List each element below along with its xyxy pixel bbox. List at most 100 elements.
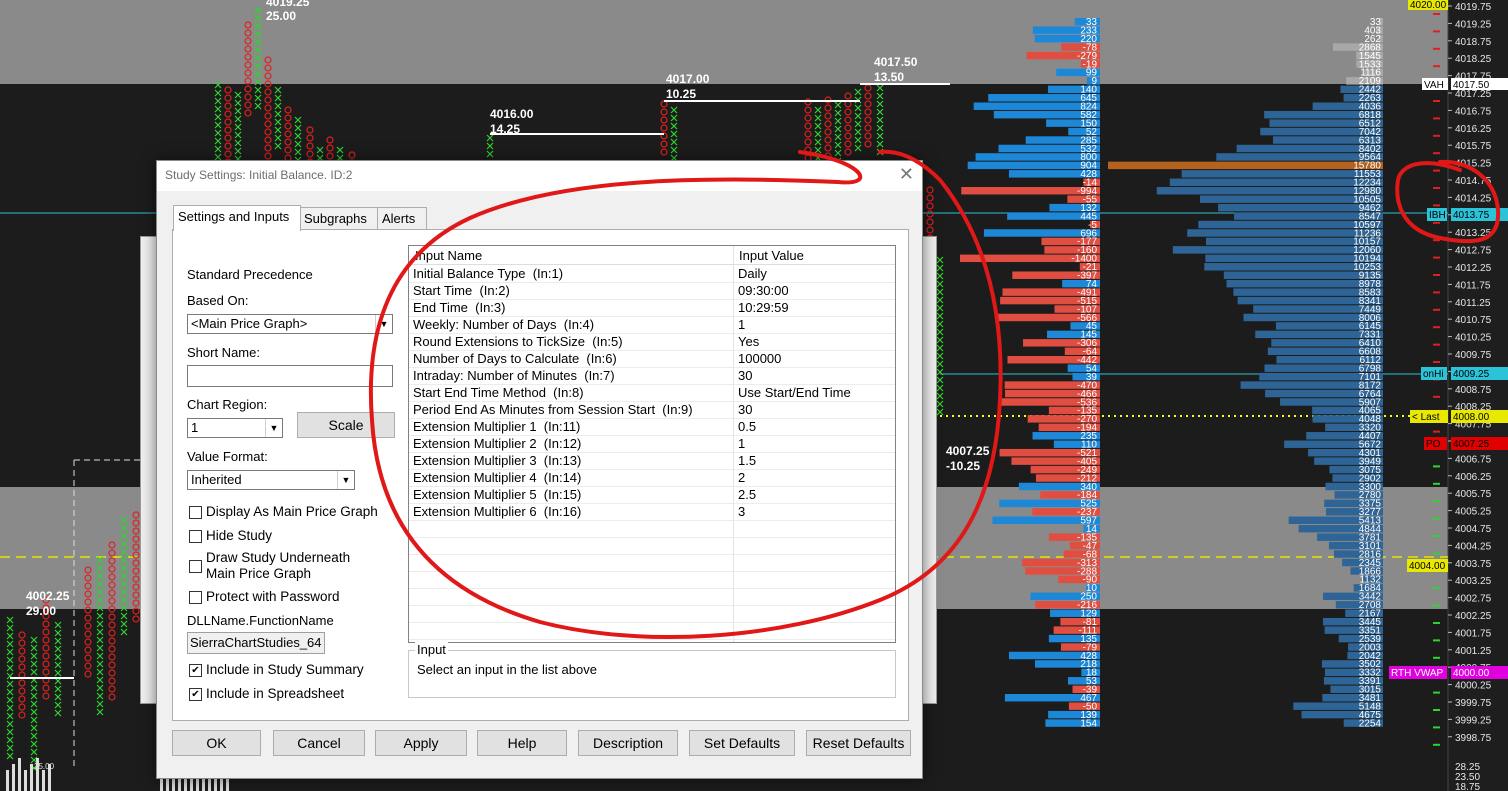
table-row[interactable] (409, 605, 895, 623)
pnf-x-mark (6, 728, 14, 736)
input-value-cell[interactable]: 2.5 (738, 487, 756, 502)
input-value-cell[interactable]: Yes (738, 334, 759, 349)
input-value-cell[interactable]: 1 (738, 317, 745, 332)
ibh-price-tag: 4013.75 (1453, 210, 1490, 221)
table-row[interactable] (409, 537, 895, 555)
input-value-cell[interactable]: Daily (738, 266, 767, 281)
table-row[interactable]: Extension Multiplier 1 (In:11) 0.5 (409, 418, 895, 436)
table-row[interactable] (409, 554, 895, 572)
annotation-value: 29.00 (26, 604, 56, 618)
input-value-cell[interactable]: 1.5 (738, 453, 756, 468)
checkbox-icon[interactable] (189, 506, 202, 519)
table-row[interactable]: Intraday: Number of Minutes (In:7) 30 (409, 367, 895, 385)
apply-button[interactable]: Apply (375, 730, 467, 756)
volume-stick (6, 770, 9, 791)
table-row[interactable]: Initial Balance Type (In:1) Daily (409, 265, 895, 283)
dll-name-field[interactable]: SierraChartStudies_64 (187, 632, 325, 654)
pnf-o-mark (804, 106, 812, 114)
dropdown-arrow-icon[interactable]: ▼ (337, 471, 354, 489)
pnf-o-mark (108, 661, 116, 669)
input-value-cell[interactable]: 09:30:00 (738, 283, 789, 298)
ok-button[interactable]: OK (172, 730, 261, 756)
pnf-x-mark (834, 125, 842, 133)
dropdown-arrow-icon[interactable]: ▼ (375, 315, 392, 333)
input-box-message: Select an input in the list above (417, 662, 597, 677)
dropdown-arrow-icon[interactable]: ▼ (265, 419, 282, 437)
volume-bar (1156, 187, 1383, 195)
pnf-x-mark (876, 140, 884, 148)
table-row[interactable]: Extension Multiplier 6 (In:16) 3 (409, 503, 895, 521)
pnf-x-mark (936, 288, 944, 296)
pnf-o-mark (348, 151, 356, 159)
pnf-o-mark (864, 132, 872, 140)
set-defaults-button[interactable]: Set Defaults (689, 730, 795, 756)
input-value-cell[interactable]: 3 (738, 504, 745, 519)
table-row[interactable] (409, 588, 895, 606)
checkbox-icon[interactable] (189, 530, 202, 543)
column-header-input-name[interactable]: Input Name (415, 248, 482, 263)
table-row[interactable] (409, 622, 895, 640)
pnf-o-mark (844, 132, 852, 140)
pnf-x-mark (254, 94, 262, 102)
checkbox-checked-icon[interactable]: ✔ (189, 664, 202, 677)
table-row[interactable]: Start End Time Method (In:8) Use Start/En… (409, 384, 895, 402)
table-row[interactable]: Start Time (In:2) 09:30:00 (409, 282, 895, 300)
pnf-o-mark (804, 130, 812, 138)
annotation-price: 4007.25 (946, 444, 990, 458)
input-value-cell[interactable]: 30 (738, 402, 752, 417)
table-row[interactable]: Number of Days to Calculate (In:6) 100000 (409, 350, 895, 368)
pnf-x-mark (6, 736, 14, 744)
checkbox-checked-icon[interactable]: ✔ (189, 688, 202, 701)
input-value-cell[interactable]: 2 (738, 470, 745, 485)
input-value-cell[interactable]: Use Start/End Time (738, 385, 851, 400)
input-value-cell[interactable]: 30 (738, 368, 752, 383)
pnf-o-mark (224, 86, 232, 94)
table-row[interactable]: Round Extensions to TickSize (In:5) Yes (409, 333, 895, 351)
input-value-cell[interactable]: 100000 (738, 351, 781, 366)
input-name-cell: Intraday: Number of Minutes (In:7) (413, 368, 615, 383)
column-header-input-value[interactable]: Input Value (739, 248, 804, 263)
pnf-x-mark (30, 668, 38, 676)
reset-defaults-button[interactable]: Reset Defaults (806, 730, 911, 756)
table-row[interactable]: Extension Multiplier 5 (In:15) 2.5 (409, 486, 895, 504)
checkbox-icon[interactable] (189, 560, 202, 573)
table-row[interactable]: Extension Multiplier 4 (In:14) 2 (409, 469, 895, 487)
help-button[interactable]: Help (477, 730, 567, 756)
pnf-o-mark (18, 695, 26, 703)
annotation-value: 25.00 (266, 9, 296, 23)
scale-button[interactable]: Scale (297, 412, 395, 438)
price-tick-label: 4006.75 (1455, 454, 1492, 465)
pnf-x-mark (814, 106, 822, 114)
input-value-cell[interactable]: 1 (738, 436, 745, 451)
description-button[interactable]: Description (578, 730, 678, 756)
tab-settings-and-inputs[interactable]: Settings and Inputs (173, 205, 301, 231)
chart-region-select[interactable]: 1 ▼ (187, 418, 283, 438)
pnf-x-mark (234, 91, 242, 99)
dialog-titlebar[interactable]: Study Settings: Initial Balance. ID:2 ✕ (157, 161, 922, 191)
short-name-input[interactable] (187, 365, 393, 387)
pnf-o-mark (804, 122, 812, 130)
standard-precedence-label[interactable]: Standard Precedence (187, 267, 313, 282)
pnf-o-mark (864, 100, 872, 108)
table-row[interactable]: End Time (In:3) 10:29:59 (409, 299, 895, 317)
table-row[interactable]: Extension Multiplier 2 (In:12) 1 (409, 435, 895, 453)
table-row[interactable]: Period End As Minutes from Session Start… (409, 401, 895, 419)
inputs-table[interactable]: Input Name Input Value Initial Balance T… (408, 245, 896, 643)
overnight-band-top (0, 0, 1448, 84)
tab-subgraphs[interactable]: Subgraphs (299, 207, 379, 230)
based-on-select[interactable]: <Main Price Graph> ▼ (187, 314, 393, 334)
value-format-select[interactable]: Inherited ▼ (187, 470, 355, 490)
input-value-cell[interactable]: 10:29:59 (738, 300, 789, 315)
table-row[interactable] (409, 520, 895, 538)
cancel-button[interactable]: Cancel (273, 730, 365, 756)
table-row[interactable]: Extension Multiplier 3 (In:13) 1.5 (409, 452, 895, 470)
pnf-o-mark (42, 644, 50, 652)
table-row[interactable]: Weekly: Number of Days (In:4) 1 (409, 316, 895, 334)
input-value-cell[interactable]: 0.5 (738, 419, 756, 434)
close-icon[interactable]: ✕ (899, 164, 914, 185)
checkbox-icon[interactable] (189, 591, 202, 604)
table-row[interactable] (409, 571, 895, 589)
pnf-o-mark (326, 144, 334, 152)
input-name-cell: Start Time (In:2) (413, 283, 510, 298)
tab-alerts[interactable]: Alerts (377, 207, 427, 230)
